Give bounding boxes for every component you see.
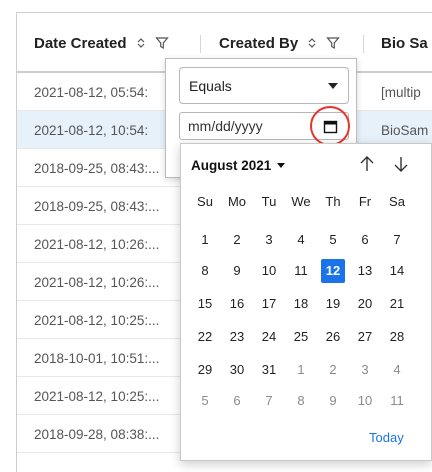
today-button[interactable]: Today (369, 430, 404, 445)
calendar-day-next-month[interactable]: 10 (353, 389, 377, 413)
weekday-label: Su (197, 194, 213, 209)
calendar-day[interactable]: 5 (321, 228, 345, 252)
calendar-day[interactable]: 31 (257, 358, 281, 382)
filter-icon[interactable] (154, 36, 169, 50)
calendar-day[interactable]: 3 (257, 228, 281, 252)
date-picker-calendar: August 2021 Su Mo Tu We Th Fr Sa 1 2 3 4… (180, 143, 432, 461)
sort-icon[interactable] (305, 36, 319, 50)
calendar-day[interactable]: 29 (193, 358, 217, 382)
date-created-cell: 2021-08-12, 10:54: (34, 122, 149, 138)
previous-month-arrow-up-icon[interactable] (357, 154, 377, 174)
chevron-down-icon (328, 83, 338, 89)
calendar-day-next-month[interactable]: 2 (321, 358, 345, 382)
calendar-day[interactable]: 6 (353, 228, 377, 252)
calendar-day-next-month[interactable]: 7 (257, 389, 281, 413)
calendar-day-next-month[interactable]: 5 (193, 389, 217, 413)
calendar-day[interactable]: 13 (353, 259, 377, 283)
calendar-day[interactable]: 20 (353, 292, 377, 316)
column-header-label: Bio Sa (381, 34, 428, 52)
column-separator[interactable] (363, 35, 364, 53)
calendar-day[interactable]: 1 (193, 228, 217, 252)
date-created-cell: 2021-08-12, 10:25:... (34, 388, 160, 404)
calendar-day[interactable]: 10 (257, 259, 281, 283)
date-created-cell: 2018-09-25, 08:43:... (34, 160, 160, 176)
column-header-date-created[interactable]: Date Created (34, 13, 169, 73)
calendar-button-highlight-ring (310, 106, 350, 146)
calendar-day[interactable]: 27 (353, 325, 377, 349)
filter-operator-value: Equals (189, 77, 232, 94)
chevron-down-icon (277, 162, 286, 168)
weekday-label: Fr (358, 194, 372, 209)
calendar-day[interactable]: 16 (225, 292, 249, 316)
date-created-cell: 2021-08-12, 05:54: (34, 84, 149, 100)
calendar-day[interactable]: 17 (257, 292, 281, 316)
calendar-day[interactable]: 4 (289, 228, 313, 252)
column-header-label: Created By (219, 34, 299, 52)
calendar-day[interactable]: 22 (193, 325, 217, 349)
calendar-day[interactable]: 9 (225, 259, 249, 283)
calendar-day-next-month[interactable]: 8 (289, 389, 313, 413)
calendar-day[interactable]: 30 (225, 358, 249, 382)
date-created-cell: 2021-08-12, 10:25:... (34, 312, 160, 328)
calendar-day[interactable]: 21 (385, 292, 409, 316)
date-created-cell: 2021-08-12, 10:26:... (34, 236, 160, 252)
date-created-cell: 2018-09-28, 08:38:... (34, 426, 160, 442)
calendar-day-next-month[interactable]: 4 (385, 358, 409, 382)
calendar-day[interactable]: 15 (193, 292, 217, 316)
weekday-label: Mo (227, 194, 247, 209)
bio-sample-cell: [multip (381, 84, 421, 100)
calendar-day-next-month[interactable]: 11 (385, 389, 409, 413)
calendar-day[interactable]: 25 (289, 325, 313, 349)
date-input-placeholder: mm/dd/yyyy (188, 118, 263, 134)
month-year-dropdown[interactable]: August 2021 (191, 150, 286, 180)
next-month-arrow-down-icon[interactable] (391, 154, 411, 174)
date-created-cell: 2018-10-01, 10:51:... (34, 350, 160, 366)
weekday-label: Tu (261, 194, 277, 209)
column-header-bio-sample[interactable]: Bio Sa (381, 13, 428, 73)
date-created-cell: 2021-08-12, 10:26:... (34, 274, 160, 290)
calendar-day[interactable]: 24 (257, 325, 281, 349)
filter-icon[interactable] (326, 36, 340, 50)
calendar-day-next-month[interactable]: 6 (225, 389, 249, 413)
calendar-day-selected[interactable]: 12 (321, 259, 345, 283)
calendar-day[interactable]: 26 (321, 325, 345, 349)
column-header-label: Date Created (34, 34, 127, 52)
calendar-day[interactable]: 8 (193, 259, 217, 283)
date-created-cell: 2018-09-25, 08:43:... (34, 198, 160, 214)
sort-icon[interactable] (134, 36, 148, 50)
calendar-day[interactable]: 14 (385, 259, 409, 283)
calendar-day-next-month[interactable]: 3 (353, 358, 377, 382)
weekday-label: Th (325, 194, 341, 209)
column-separator[interactable] (200, 35, 201, 53)
calendar-day[interactable]: 2 (225, 228, 249, 252)
calendar-day[interactable]: 19 (321, 292, 345, 316)
calendar-day[interactable]: 23 (225, 325, 249, 349)
calendar-day-next-month[interactable]: 1 (289, 358, 313, 382)
calendar-day[interactable]: 11 (289, 259, 313, 283)
filter-operator-select[interactable]: Equals (179, 67, 349, 104)
calendar-day[interactable]: 7 (385, 228, 409, 252)
calendar-day-next-month[interactable]: 9 (321, 389, 345, 413)
weekday-label: Sa (389, 194, 405, 209)
month-year-label: August 2021 (191, 157, 272, 173)
calendar-day[interactable]: 18 (289, 292, 313, 316)
weekday-label: We (291, 194, 311, 209)
calendar-day[interactable]: 28 (385, 325, 409, 349)
